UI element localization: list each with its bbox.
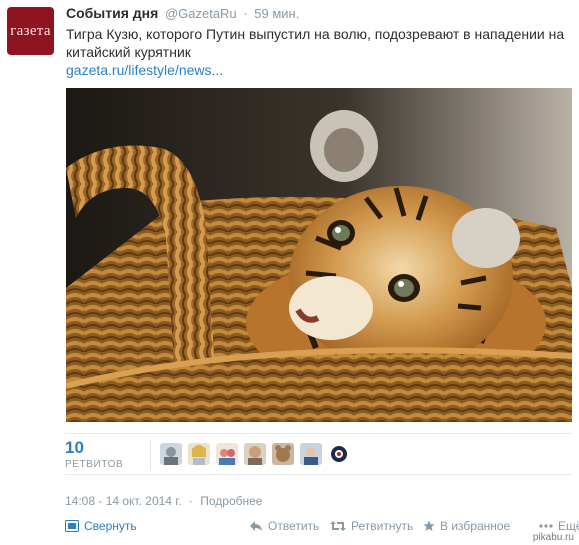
retweeter-avatar[interactable] bbox=[244, 443, 266, 465]
more-label: Ещё bbox=[558, 519, 579, 533]
retweet-button[interactable]: Ретвитнуть bbox=[330, 519, 413, 533]
retweeter-avatar[interactable] bbox=[160, 443, 182, 465]
details-link[interactable]: Подробнее bbox=[200, 494, 262, 508]
tweet-link[interactable]: gazeta.ru/lifestyle/news... bbox=[66, 61, 223, 79]
retweeter-avatar[interactable] bbox=[300, 443, 322, 465]
collapse-label: Свернуть bbox=[84, 519, 137, 533]
tweet-text: Тигра Кузю, которого Путин выпустил на в… bbox=[66, 26, 565, 60]
account-fullname[interactable]: События дня bbox=[66, 5, 158, 21]
retweeter-avatars bbox=[160, 443, 350, 465]
retweet-stats: 10 РЕТВИТОВ bbox=[65, 433, 572, 475]
reply-label: Ответить bbox=[268, 519, 320, 533]
retweeter-avatar[interactable] bbox=[188, 443, 210, 465]
retweet-count[interactable]: 10 bbox=[65, 438, 84, 458]
retweet-icon bbox=[330, 521, 346, 531]
tweet-timestamp[interactable]: 14:08 - 14 окт. 2014 г. bbox=[65, 494, 182, 508]
tweet: газета События дня @GazetaRu · 59 мин. Т… bbox=[0, 0, 579, 545]
retweeter-avatar[interactable] bbox=[328, 443, 350, 465]
favorite-button[interactable]: В избранное bbox=[423, 519, 510, 533]
star-icon bbox=[423, 520, 435, 531]
more-icon bbox=[539, 524, 553, 528]
reply-icon bbox=[250, 521, 262, 531]
favorite-label: В избранное bbox=[440, 519, 511, 533]
retweeter-avatar[interactable] bbox=[216, 443, 238, 465]
collapse-button[interactable]: Свернуть bbox=[65, 519, 137, 533]
avatar[interactable]: газета bbox=[7, 7, 54, 55]
tweet-time[interactable]: 59 мин. bbox=[254, 6, 299, 21]
account-username[interactable]: @GazetaRu bbox=[165, 6, 237, 21]
retweet-label: РЕТВИТОВ bbox=[65, 459, 124, 470]
stats-divider bbox=[150, 440, 151, 470]
tweet-photo[interactable] bbox=[66, 88, 572, 422]
tweet-actions: Свернуть Ответить Ретвитнуть В избранное bbox=[65, 519, 579, 537]
collapse-icon bbox=[65, 520, 79, 532]
header-separator: · bbox=[243, 6, 248, 21]
tweet-header: События дня @GazetaRu · 59 мин. bbox=[66, 5, 299, 21]
watermark: pikabu.ru bbox=[529, 532, 577, 543]
avatar-logo-text: газета bbox=[10, 22, 51, 39]
retweeter-avatar[interactable] bbox=[272, 443, 294, 465]
retweet-action-label: Ретвитнуть bbox=[351, 519, 414, 533]
tiger-cub-photo bbox=[66, 88, 572, 422]
tweet-meta: 14:08 - 14 окт. 2014 г. · Подробнее bbox=[65, 494, 262, 508]
meta-separator: · bbox=[188, 494, 193, 508]
more-button[interactable]: Ещё bbox=[539, 519, 579, 533]
reply-button[interactable]: Ответить bbox=[249, 519, 319, 533]
